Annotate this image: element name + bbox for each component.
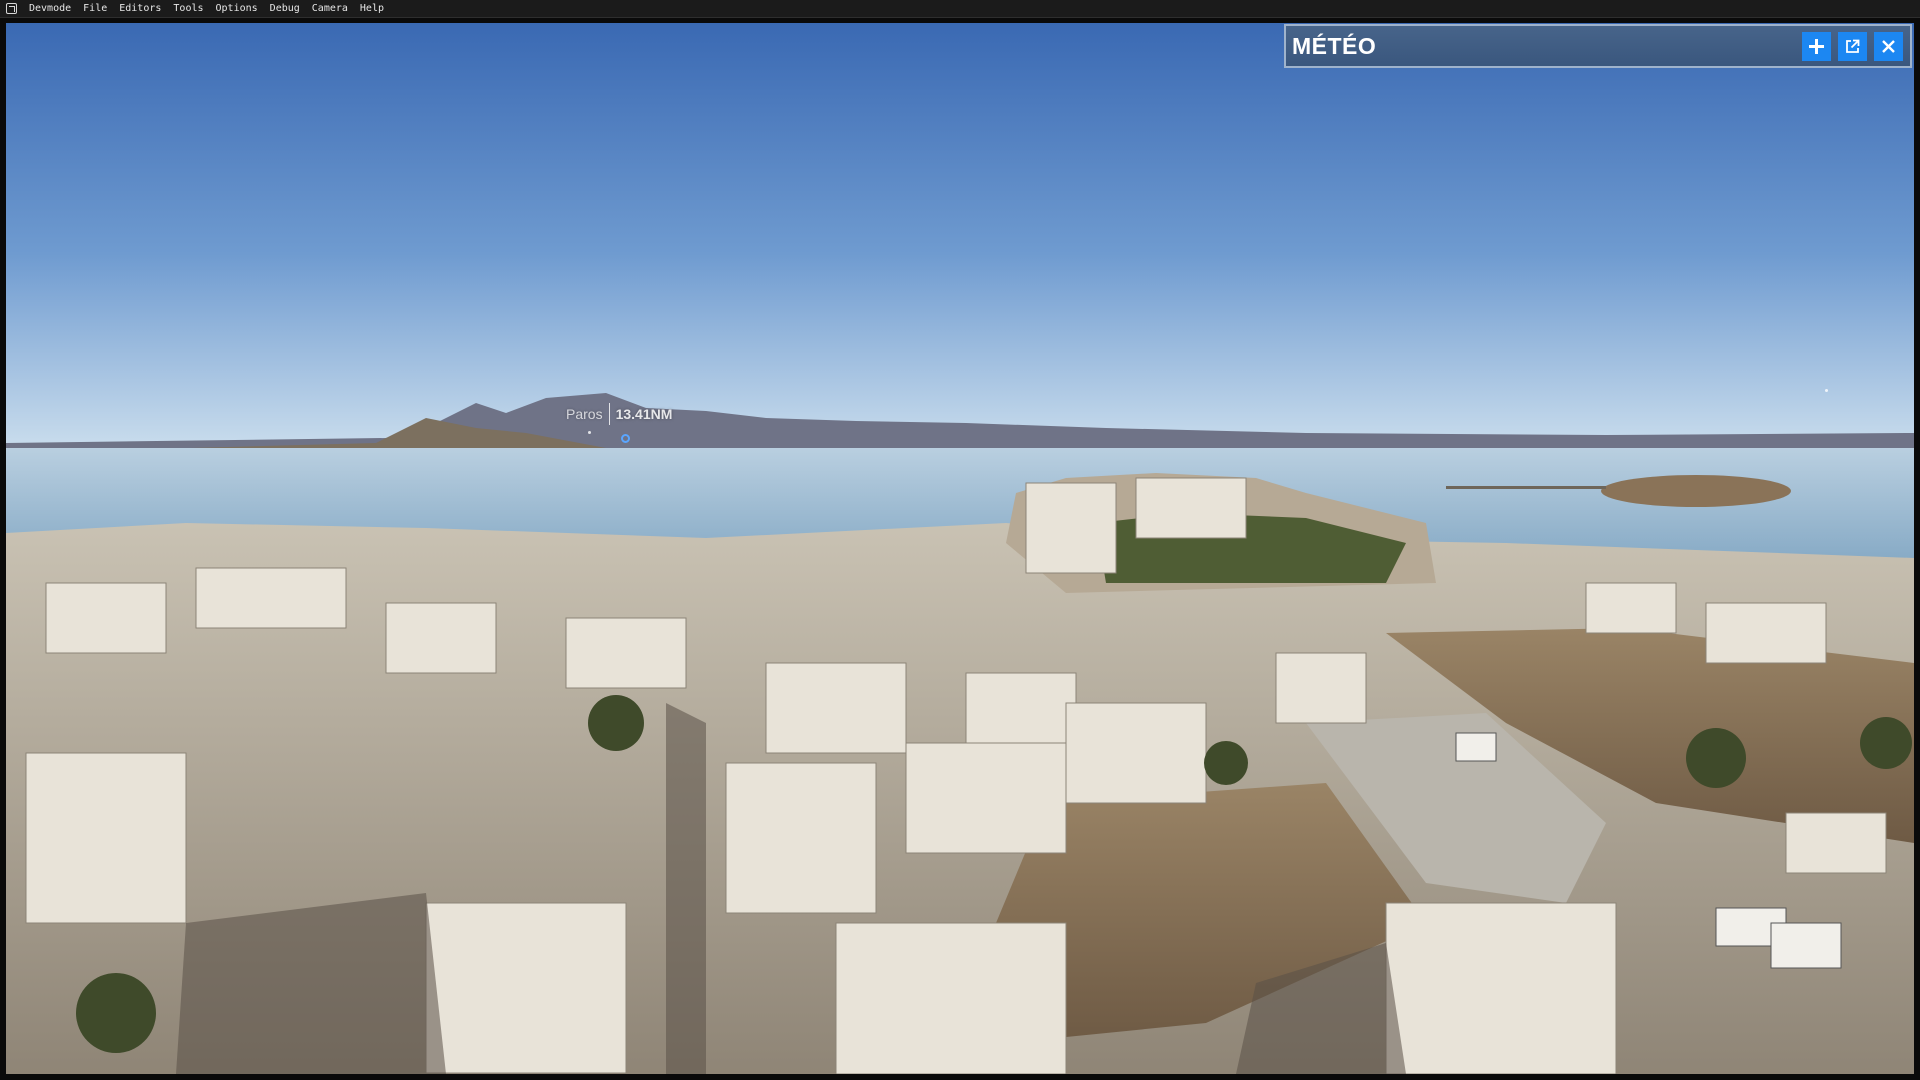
poi-name: Paros (566, 406, 603, 422)
meteo-panel-title: MÉTÉO (1292, 32, 1377, 59)
poi-label[interactable]: Paros 13.41NM (566, 403, 672, 425)
poi-distance: 13.41NM (615, 406, 673, 422)
menu-camera[interactable]: Camera (306, 3, 354, 14)
close-icon (1882, 39, 1895, 53)
meteo-add-button[interactable] (1802, 31, 1831, 61)
menu-file[interactable]: File (77, 3, 113, 14)
menu-tools[interactable]: Tools (167, 3, 209, 14)
poi-dot-icon (1825, 389, 1828, 392)
scenery-viewport[interactable]: Paros 13.41NM (6, 23, 1914, 1074)
plus-icon (1809, 38, 1824, 54)
meteo-close-button[interactable] (1874, 31, 1903, 61)
devmode-logo-icon (6, 3, 17, 14)
popout-icon (1846, 39, 1860, 53)
scenery-render (6, 23, 1914, 1074)
poi-separator (608, 403, 610, 425)
meteo-popout-button[interactable] (1838, 31, 1867, 61)
menu-debug[interactable]: Debug (264, 3, 306, 14)
meteo-panel: MÉTÉO (1284, 24, 1912, 68)
menu-devmode[interactable]: Devmode (23, 3, 77, 14)
menu-bar: Devmode File Editors Tools Options Debug… (0, 0, 1920, 18)
menu-help[interactable]: Help (354, 3, 390, 14)
poi-marker-icon[interactable] (621, 434, 630, 443)
menu-editors[interactable]: Editors (113, 3, 167, 14)
menu-options[interactable]: Options (210, 3, 264, 14)
poi-dot-icon (588, 431, 591, 434)
